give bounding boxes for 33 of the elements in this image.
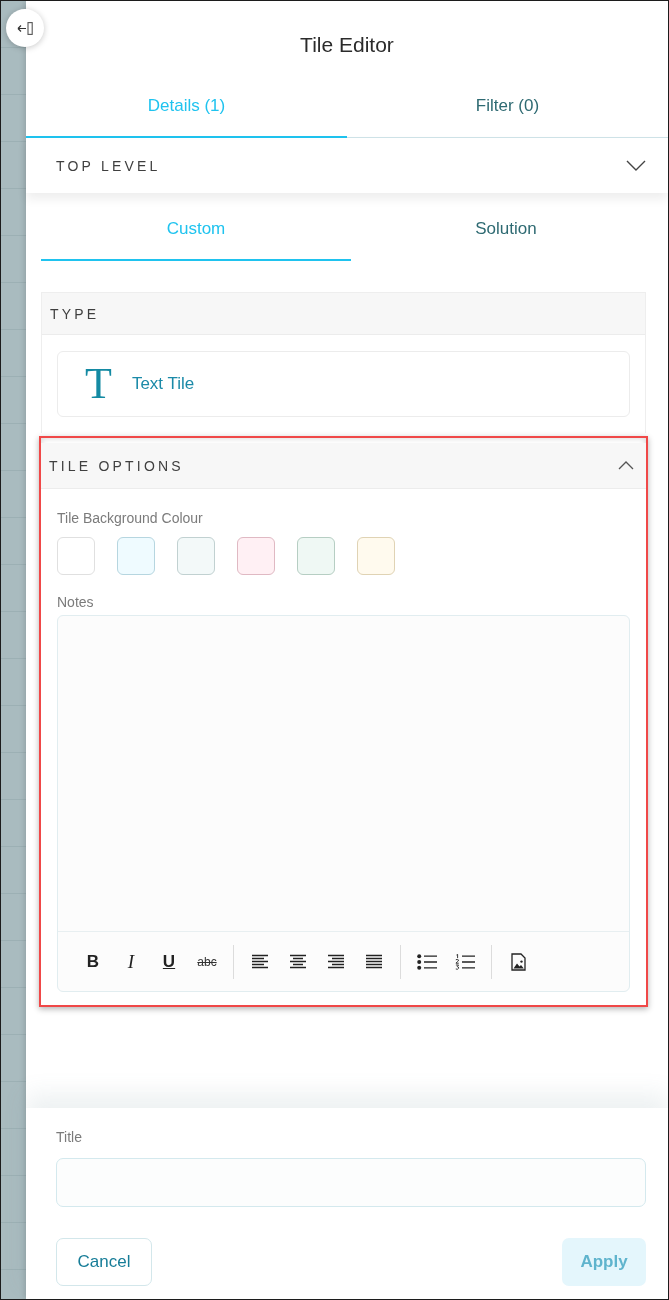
- bold-button[interactable]: B: [74, 944, 112, 979]
- cancel-button[interactable]: Cancel: [56, 1238, 152, 1286]
- chevron-down-icon: [626, 160, 646, 171]
- panel-title: Tile Editor: [300, 32, 394, 58]
- align-right-icon: [327, 954, 345, 969]
- letter-t-icon: T: [85, 364, 112, 404]
- colour-swatch[interactable]: [177, 537, 215, 575]
- tab[interactable]: Solution: [351, 201, 661, 261]
- image-file-icon: [510, 952, 526, 971]
- align-center-icon: [289, 954, 307, 969]
- colour-swatch[interactable]: [117, 537, 155, 575]
- colour-swatch[interactable]: [357, 537, 395, 575]
- bullet-list-icon: [417, 953, 437, 970]
- field-label: Notes: [57, 593, 94, 611]
- arrow-left-icon: [17, 21, 33, 35]
- section-heading: TYPE: [42, 293, 645, 335]
- align-left-icon: [251, 954, 269, 969]
- level-dropdown[interactable]: TOP LEVEL: [26, 138, 668, 193]
- section-heading[interactable]: TILE OPTIONS: [41, 443, 646, 489]
- colour-swatch[interactable]: [237, 537, 275, 575]
- chevron-up-icon: [618, 461, 634, 470]
- numbered-list-icon: [455, 953, 475, 970]
- justify-icon: [365, 954, 383, 969]
- tab[interactable]: Filter (0): [347, 81, 668, 138]
- title-field[interactable]: [56, 1158, 646, 1207]
- colour-swatch[interactable]: [297, 537, 335, 575]
- strikethrough-button[interactable]: abc: [188, 944, 226, 979]
- italic-button[interactable]: I: [112, 944, 150, 979]
- field-label: Title: [56, 1128, 82, 1146]
- tile-type-option[interactable]: T Text Tile: [57, 351, 630, 417]
- field-label: Tile Background Colour: [57, 509, 203, 527]
- colour-swatch[interactable]: [57, 537, 95, 575]
- underline-button[interactable]: U: [150, 944, 188, 979]
